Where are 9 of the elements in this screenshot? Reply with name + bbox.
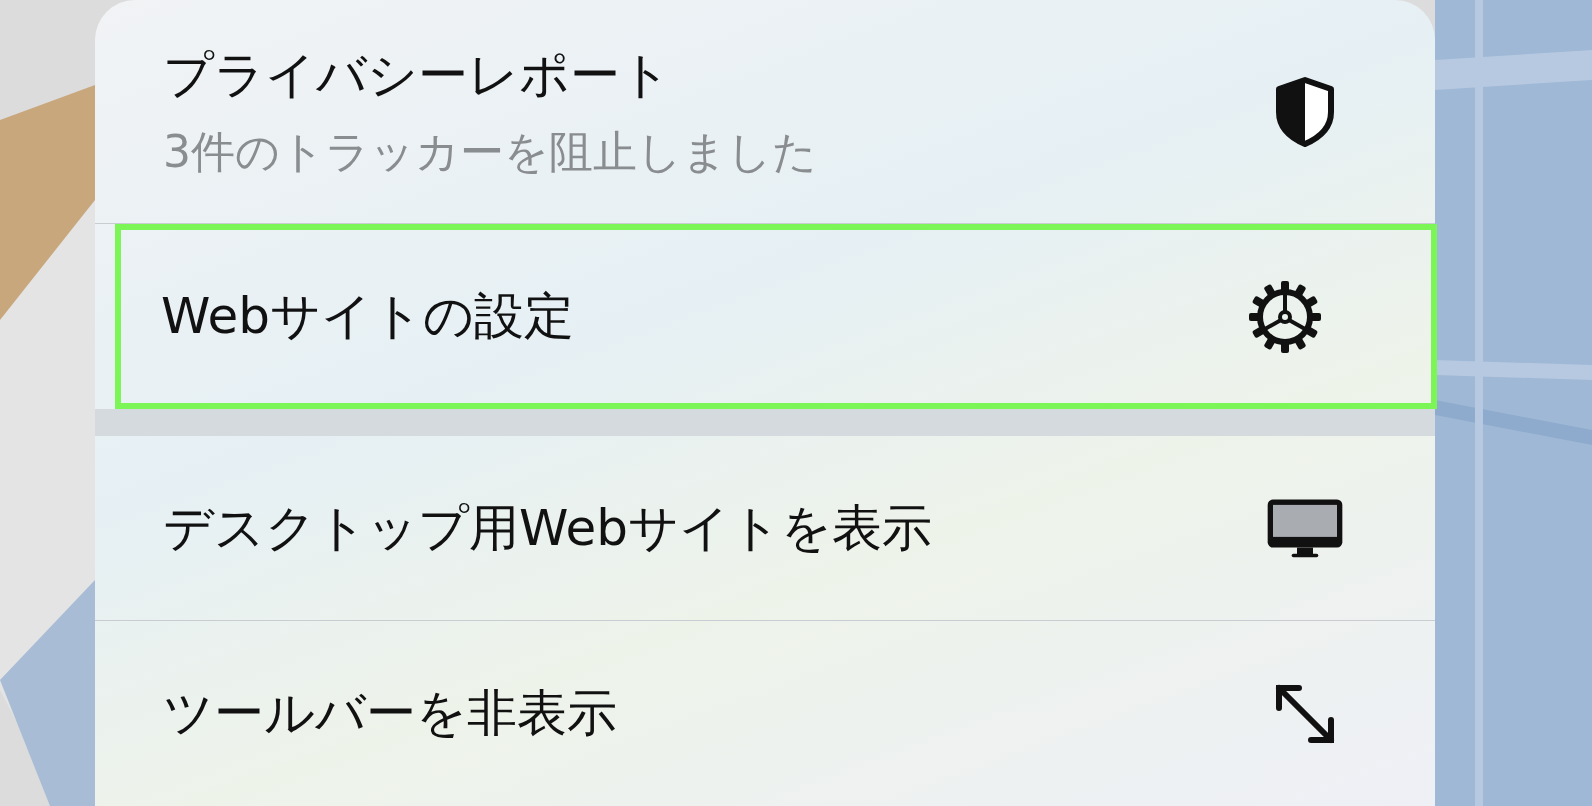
menu-item-title: Webサイトの設定 bbox=[161, 286, 574, 347]
menu-item-title: プライバシーレポート bbox=[163, 44, 672, 106]
menu-item[interactable]: プライバシーレポート 3件のトラッカーを阻止しました bbox=[95, 0, 1435, 225]
menu-item[interactable]: Webサイトの設定 bbox=[115, 224, 1437, 409]
menu-item[interactable]: デスクトップ用Webサイトを表示 bbox=[95, 436, 1435, 622]
menu-item-title: ツールバーを非表示 bbox=[163, 683, 617, 745]
menu-item[interactable]: ツールバーを非表示 bbox=[95, 621, 1435, 806]
menu-item-subtitle: 3件のトラッカーを阻止しました bbox=[163, 124, 817, 179]
menu-item-title: デスクトップ用Webサイトを表示 bbox=[163, 497, 932, 559]
